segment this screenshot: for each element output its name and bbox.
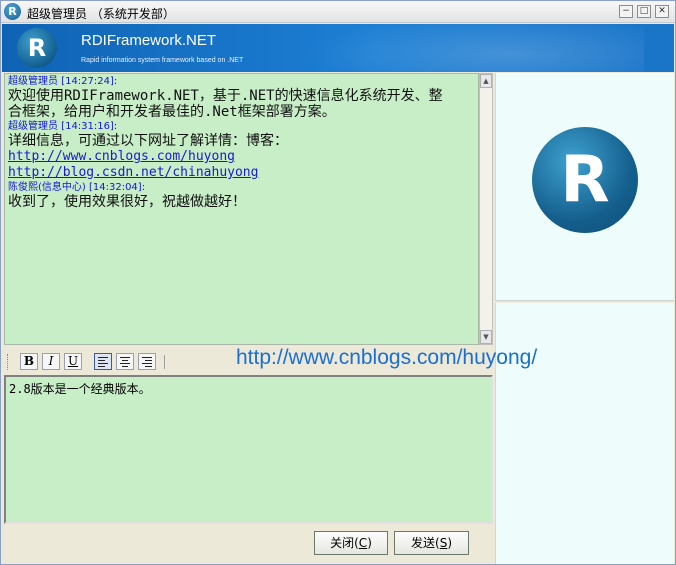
- scroll-down-icon[interactable]: ▼: [480, 330, 492, 344]
- minimize-icon[interactable]: −: [619, 5, 633, 18]
- format-toolbar: B I U http://www.cnblogs.com/huyong/: [4, 346, 537, 373]
- close-button[interactable]: 关闭(C): [314, 531, 388, 555]
- message-line: 合框架，给用户和开发者最佳的.Net框架部署方案。: [8, 104, 336, 120]
- banner-title: RDIFramework.NET: [81, 32, 217, 49]
- message-line: 欢迎使用RDIFramework.NET，基于.NET的快速信息化系统开发、整: [8, 88, 443, 104]
- close-button-label: 关闭(: [330, 536, 359, 550]
- message: 陈俊熙(信息中心) [14:32:04]: 收到了，使用效果很好，祝越做越好！: [8, 181, 475, 210]
- message: 超级管理员 [14:27:24]: 欢迎使用RDIFramework.NET，基…: [8, 75, 475, 120]
- italic-button[interactable]: I: [42, 353, 60, 370]
- window-title: 超级管理员 （系统开发部）: [27, 7, 175, 21]
- message-header: 超级管理员 [14:27:24]:: [8, 76, 118, 87]
- message-header: 超级管理员 [14:31:16]:: [8, 121, 118, 132]
- chat-scrollbar[interactable]: ▲ ▼: [479, 73, 493, 345]
- scroll-up-icon[interactable]: ▲: [480, 74, 492, 88]
- align-right-icon[interactable]: [138, 353, 156, 370]
- app-logo-icon: R: [4, 3, 21, 20]
- close-button-hotkey: C: [358, 536, 368, 550]
- close-button-suffix: ): [367, 536, 372, 550]
- bold-button[interactable]: B: [20, 353, 38, 370]
- message-input[interactable]: 2.8版本是一个经典版本。: [4, 375, 493, 524]
- world-map-graphic: [304, 24, 644, 72]
- close-icon[interactable]: ✕: [655, 5, 669, 18]
- profile-panel: R: [495, 73, 674, 301]
- message: 超级管理员 [14:31:16]: 详细信息，可通过以下网址了解详情：博客： h…: [8, 120, 475, 181]
- brand-logo-icon: R: [17, 28, 57, 68]
- toolbar-separator: [164, 355, 165, 369]
- restore-icon[interactable]: □: [637, 5, 651, 18]
- chat-window: R 超级管理员 （系统开发部） − □ ✕ R RDIFramework.NET…: [0, 0, 676, 565]
- watermark-url: http://www.cnblogs.com/huyong/: [236, 346, 538, 369]
- message-header: 陈俊熙(信息中心) [14:32:04]:: [8, 182, 146, 193]
- banner-subtitle: Rapid information system framework based…: [81, 57, 244, 64]
- message-line: 收到了，使用效果很好，祝越做越好！: [8, 194, 246, 210]
- align-left-icon[interactable]: [94, 353, 112, 370]
- message-link[interactable]: http://www.cnblogs.com/huyong: [8, 149, 475, 165]
- message-link[interactable]: http://blog.csdn.net/chinahuyong: [8, 165, 475, 181]
- info-panel: [495, 303, 674, 564]
- profile-logo-icon: R: [532, 127, 638, 233]
- align-center-icon[interactable]: [116, 353, 134, 370]
- chat-history[interactable]: 超级管理员 [14:27:24]: 欢迎使用RDIFramework.NET，基…: [4, 73, 479, 345]
- underline-button[interactable]: U: [64, 353, 82, 370]
- send-button-label: 发送(: [411, 536, 440, 550]
- title-bar[interactable]: R 超级管理员 （系统开发部） − □ ✕: [1, 1, 675, 23]
- toolbar-grip[interactable]: [7, 354, 10, 370]
- send-button[interactable]: 发送(S): [394, 531, 469, 555]
- header-banner: R RDIFramework.NET Rapid information sys…: [2, 24, 674, 72]
- message-line: 详细信息，可通过以下网址了解详情：博客：: [8, 133, 288, 149]
- send-button-suffix: ): [447, 536, 452, 550]
